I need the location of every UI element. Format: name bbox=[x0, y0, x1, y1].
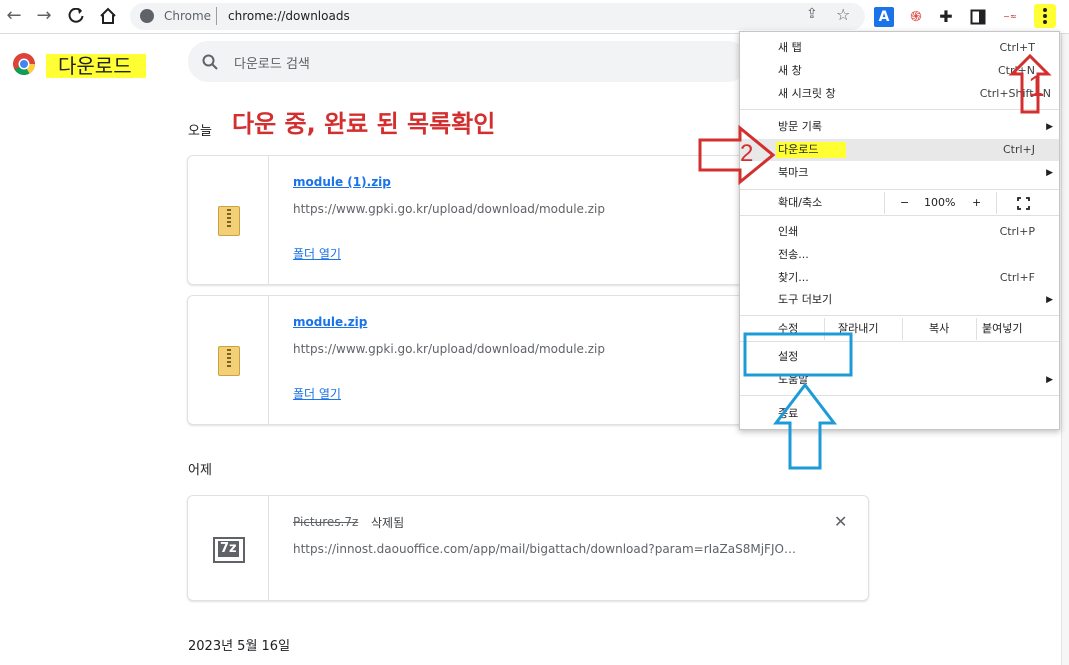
blue-arrow-up-icon bbox=[772, 382, 838, 470]
annotation-number-1: 1 bbox=[1028, 70, 1045, 103]
red-arrow-right-icon bbox=[698, 124, 776, 186]
annotation-number-2: 2 bbox=[740, 140, 754, 167]
blue-highlight-box bbox=[743, 332, 853, 377]
annotation-layer bbox=[698, 53, 1052, 470]
